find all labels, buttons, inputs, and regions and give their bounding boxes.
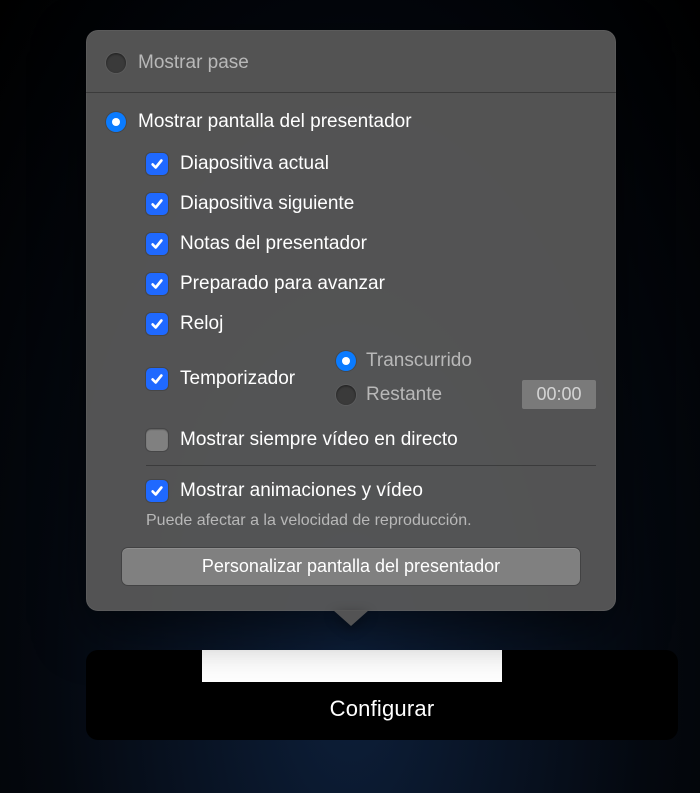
remaining-time-field[interactable]: 00:00 [522,380,596,409]
checkbox-show-animations[interactable] [146,480,168,502]
row-presenter-notes[interactable]: Notas del presentador [146,229,596,259]
divider [146,465,596,466]
checkbox-current-slide[interactable] [146,153,168,175]
radio-row-show-slideshow[interactable]: Mostrar pase [106,48,596,78]
configure-bar: Configurar [86,650,678,740]
checkbox-next-slide[interactable] [146,193,168,215]
checkbox-always-live-video[interactable] [146,429,168,451]
row-always-live-video[interactable]: Mostrar siempre vídeo en directo [146,425,596,455]
checkbox-presenter-notes[interactable] [146,233,168,255]
label-remaining: Restante [366,384,442,406]
animations-group: Mostrar animaciones y vídeo [106,476,596,506]
radio-row-remaining-inner[interactable]: Restante [336,384,442,406]
checkbox-ready-to-advance[interactable] [146,273,168,295]
radio-show-slideshow-label: Mostrar pase [138,52,249,74]
label-timer: Temporizador [180,368,295,390]
radio-row-elapsed[interactable]: Transcurrido [336,350,596,372]
customize-presenter-display-button[interactable]: Personalizar pantalla del presentador [122,548,580,585]
configure-button-label[interactable]: Configurar [330,696,435,722]
timer-mode-group: Transcurrido Restante 00:00 [336,350,596,409]
label-elapsed: Transcurrido [366,350,472,372]
radio-show-slideshow[interactable] [106,53,126,73]
row-timer-left[interactable]: Temporizador [146,368,316,390]
presenter-options-list: Diapositiva actual Diapositiva siguiente… [106,149,596,455]
row-show-animations[interactable]: Mostrar animaciones y vídeo [146,476,596,506]
radio-row-presenter-display[interactable]: Mostrar pantalla del presentador [106,107,596,137]
checkbox-timer[interactable] [146,368,168,390]
row-ready-to-advance[interactable]: Preparado para avanzar [146,269,596,299]
section-presenter-display: Mostrar pantalla del presentador Diaposi… [86,93,616,595]
presenter-display-popover: Mostrar pase Mostrar pantalla del presen… [86,30,616,611]
section-show-slideshow: Mostrar pase [86,30,616,93]
row-timer: Temporizador Transcurrido Restante 00:00 [146,349,596,409]
radio-show-presenter-display[interactable] [106,112,126,132]
row-current-slide[interactable]: Diapositiva actual [146,149,596,179]
radio-elapsed[interactable] [336,351,356,371]
checkbox-clock[interactable] [146,313,168,335]
label-always-live-video: Mostrar siempre vídeo en directo [180,429,458,451]
row-next-slide[interactable]: Diapositiva siguiente [146,189,596,219]
radio-presenter-display-label: Mostrar pantalla del presentador [138,111,412,133]
slide-thumbnail-strip [202,650,502,682]
label-presenter-notes: Notas del presentador [180,233,367,255]
radio-remaining[interactable] [336,385,356,405]
label-clock: Reloj [180,313,223,335]
label-ready-to-advance: Preparado para avanzar [180,273,385,295]
label-current-slide: Diapositiva actual [180,153,329,175]
playback-speed-hint: Puede afectar a la velocidad de reproduc… [106,512,596,530]
label-show-animations: Mostrar animaciones y vídeo [180,480,423,502]
row-clock[interactable]: Reloj [146,309,596,339]
radio-row-remaining: Restante 00:00 [336,380,596,409]
label-next-slide: Diapositiva siguiente [180,193,354,215]
